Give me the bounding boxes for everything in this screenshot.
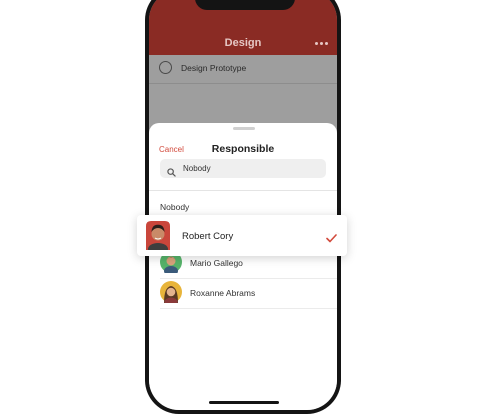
search-input[interactable] bbox=[183, 159, 322, 178]
list-item-robert-cory-selected[interactable]: Robert Cory bbox=[137, 215, 347, 256]
divider bbox=[149, 190, 337, 191]
search-icon bbox=[167, 164, 176, 182]
person-name: Robert Cory bbox=[182, 231, 234, 242]
person-name: Roxanne Abrams bbox=[190, 288, 256, 298]
avatar bbox=[144, 220, 172, 255]
list-item-roxanne-abrams[interactable]: Roxanne Abrams bbox=[160, 277, 337, 309]
responsible-sheet: Cancel Responsible Nobody Nobody Mario G… bbox=[149, 123, 337, 410]
avatar bbox=[160, 281, 182, 308]
task-label: Design Prototype bbox=[181, 63, 247, 73]
task-row[interactable]: Design Prototype bbox=[149, 55, 337, 84]
sheet-grabber-handle[interactable] bbox=[233, 127, 255, 130]
more-dots-icon[interactable] bbox=[315, 42, 328, 45]
checkmark-icon bbox=[326, 230, 337, 248]
home-indicator bbox=[209, 401, 279, 404]
header-title: Design bbox=[224, 37, 262, 49]
phone-notch bbox=[195, 0, 295, 10]
search-field[interactable] bbox=[160, 159, 326, 178]
list-item-nobody[interactable]: Nobody bbox=[160, 202, 189, 212]
person-name: Mario Gallego bbox=[190, 258, 243, 268]
phone-screen: Design Design Prototype Cancel Responsib… bbox=[149, 0, 337, 410]
task-checkbox[interactable] bbox=[159, 61, 172, 74]
sheet-title: Responsible bbox=[211, 143, 275, 155]
phone-frame: Design Design Prototype Cancel Responsib… bbox=[145, 0, 341, 414]
